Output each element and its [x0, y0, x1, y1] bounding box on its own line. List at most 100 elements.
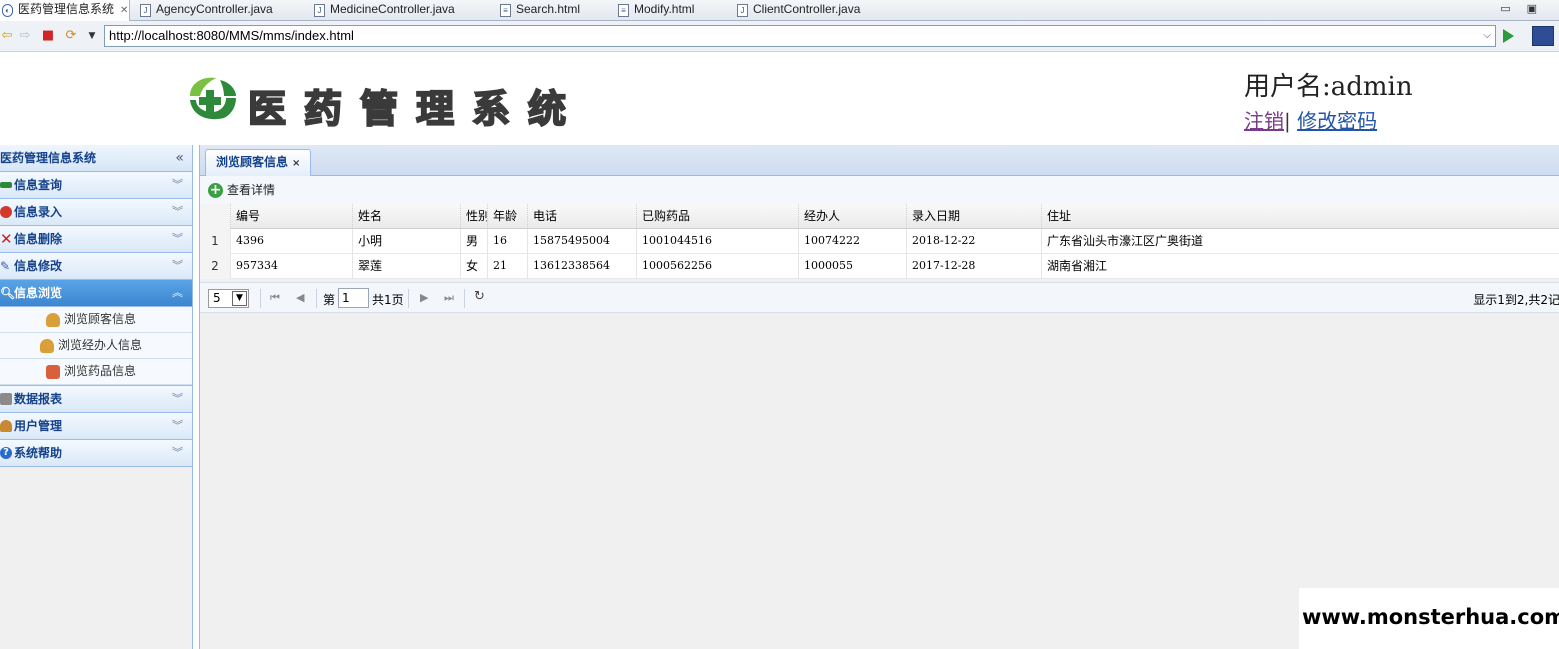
cell-sex: 男	[461, 229, 488, 254]
refresh-icon[interactable]: ⟳	[64, 29, 78, 43]
chevron-down-icon[interactable]: ︾	[172, 253, 183, 279]
edit-icon: ✎	[0, 259, 11, 273]
cell-id: 957334	[231, 254, 353, 279]
logo-title: 医药管理系统	[247, 85, 585, 132]
prev-page-icon[interactable]: ◀	[296, 291, 304, 304]
chevron-down-icon[interactable]: ︾	[172, 199, 183, 225]
section-label: 信息修改	[14, 259, 63, 273]
editor-tab-label: Modify.html	[634, 2, 695, 16]
editor-tab-agency-controller[interactable]: J AgencyController.java	[138, 0, 273, 21]
panel-tab-strip: 浏览顾客信息 ×	[200, 145, 1559, 176]
change-password-link[interactable]: 修改密码	[1297, 109, 1377, 133]
last-page-icon[interactable]: ⏭	[444, 291, 454, 305]
sidebar-item-browse-agents[interactable]: 浏览经办人信息	[0, 333, 192, 359]
close-icon[interactable]: ×	[292, 158, 300, 169]
sidebar-section-entry[interactable]: 信息录入 ︾	[0, 199, 192, 226]
column-header-medicine[interactable]: 已购药品	[637, 204, 799, 229]
close-icon[interactable]: ✕	[120, 5, 128, 16]
table-row[interactable]: 1 4396 小明 男 16 15875495004 1001044516 10…	[200, 229, 1559, 254]
page-prefix: 第	[323, 293, 336, 307]
cell-age: 16	[488, 229, 528, 254]
section-label: 数据报表	[14, 392, 63, 406]
chevron-up-icon[interactable]: ︽	[172, 280, 183, 306]
forward-arrow-icon[interactable]: ⇨	[18, 29, 32, 43]
column-header-id[interactable]: 编号	[231, 204, 353, 229]
sidebar-title: 医药管理信息系统	[0, 151, 97, 165]
url-input[interactable]: http://localhost:8080/MMS/mms/index.html…	[104, 25, 1496, 47]
chevron-down-icon[interactable]: ︾	[172, 172, 183, 198]
chevron-down-icon[interactable]: ▼	[232, 291, 247, 306]
column-header-sex[interactable]: 性别	[461, 204, 488, 229]
next-page-icon[interactable]: ▶	[420, 291, 428, 304]
html-file-icon: ≡	[618, 4, 629, 17]
go-icon[interactable]	[1503, 29, 1514, 43]
sidebar-item-label: 浏览药品信息	[64, 364, 137, 378]
editor-tab-label: AgencyController.java	[156, 2, 273, 16]
search-bar-icon	[0, 182, 12, 188]
chevron-down-icon[interactable]: ︾	[172, 386, 183, 412]
cell-phone: 15875495004	[528, 229, 637, 254]
sidebar-section-query[interactable]: 信息查询 ︾	[0, 172, 192, 199]
editor-tab-browser[interactable]: ◐ 医药管理信息系统 ✕	[0, 0, 130, 22]
editor-tab-client-controller[interactable]: J ClientController.java	[735, 0, 860, 21]
column-header-age[interactable]: 年龄	[488, 204, 528, 229]
section-label: 信息浏览	[14, 286, 63, 300]
back-arrow-icon[interactable]: ⇦	[0, 29, 14, 43]
entry-icon	[0, 206, 12, 218]
page-size-select[interactable]: 5 ▼	[208, 289, 249, 308]
first-page-icon[interactable]: ⏮	[270, 291, 280, 305]
medicine-icon	[46, 365, 60, 379]
editor-tab-bar: ◐ 医药管理信息系统 ✕ J AgencyController.java J Me…	[0, 0, 1559, 22]
row-number: 2	[200, 254, 231, 279]
section-label: 信息查询	[14, 178, 63, 192]
cell-name: 翠莲	[353, 254, 461, 279]
maximize-icon[interactable]: ▣	[1527, 2, 1553, 15]
page-size-value: 5	[213, 291, 221, 305]
editor-tab-modify-html[interactable]: ≡ Modify.html	[616, 0, 694, 21]
column-header-agent[interactable]: 经办人	[799, 204, 907, 229]
sidebar-section-modify[interactable]: ✎ 信息修改 ︾	[0, 253, 192, 280]
table-header-row: 编号 姓名 性别 年龄 电话 已购药品 经办人 录入日期 住址	[200, 204, 1559, 229]
cell-agent: 10074222	[799, 229, 907, 254]
cell-age: 21	[488, 254, 528, 279]
page-number-input[interactable]: 1	[338, 288, 369, 308]
sidebar-section-browse[interactable]: 🔍︎ 信息浏览 ︽	[0, 280, 192, 307]
row-number: 1	[200, 229, 231, 254]
section-label: 信息录入	[14, 205, 63, 219]
column-header-name[interactable]: 姓名	[353, 204, 461, 229]
url-dropdown-icon[interactable]: ⌵	[1483, 26, 1491, 46]
minimize-icon[interactable]: ▭	[1500, 2, 1526, 15]
sidebar-section-users[interactable]: 用户管理 ︾	[0, 413, 192, 440]
sidebar-item-browse-medicines[interactable]: 浏览药品信息	[0, 359, 192, 385]
sidebar-section-help[interactable]: ? 系统帮助 ︾	[0, 440, 192, 467]
chevron-down-icon[interactable]: ︾	[172, 226, 183, 252]
sidebar-section-report[interactable]: 数据报表 ︾	[0, 386, 192, 413]
browser-toolbar: ⇦ ⇨ ■ ⟳ ▼ http://localhost:8080/MMS/mms/…	[0, 21, 1559, 52]
column-header-address[interactable]: 住址	[1042, 204, 1559, 229]
chevron-down-icon[interactable]: ︾	[172, 413, 183, 439]
stop-icon[interactable]: ■	[41, 29, 55, 43]
cell-agent: 1000055	[799, 254, 907, 279]
chevron-down-icon[interactable]: ︾	[172, 440, 183, 466]
tab-browse-customers[interactable]: 浏览顾客信息 ×	[205, 149, 312, 176]
cell-address: 广东省汕头市濠江区广奥街道	[1047, 234, 1204, 248]
page-total: 共1页	[372, 293, 404, 307]
cell-sex: 女	[461, 254, 488, 279]
column-header-phone[interactable]: 电话	[528, 204, 637, 229]
column-header-date[interactable]: 录入日期	[907, 204, 1042, 229]
logout-link[interactable]: 注销	[1244, 109, 1284, 133]
sidebar-item-browse-customers[interactable]: 浏览顾客信息	[0, 307, 192, 333]
link-separator: |	[1284, 109, 1291, 133]
view-detail-button[interactable]: + 查看详情	[208, 181, 275, 199]
table-row[interactable]: 2 957334 翠莲 女 21 13612338564 1000562256 …	[200, 254, 1559, 279]
cell-medicine: 1001044516	[637, 229, 799, 254]
sidebar-item-label: 浏览顾客信息	[64, 312, 137, 326]
editor-tab-medicine-controller[interactable]: J MedicineController.java	[312, 0, 455, 21]
collapse-left-icon[interactable]: «	[175, 145, 184, 172]
chevron-down-icon[interactable]: ▼	[85, 29, 99, 43]
section-label: 信息删除	[14, 232, 63, 246]
sidebar-section-delete[interactable]: ✕ 信息删除 ︾	[0, 226, 192, 253]
editor-tab-search-html[interactable]: ≡ Search.html	[498, 0, 580, 21]
browser-extension-icon[interactable]	[1532, 26, 1554, 46]
refresh-icon[interactable]: ↻	[474, 289, 485, 304]
